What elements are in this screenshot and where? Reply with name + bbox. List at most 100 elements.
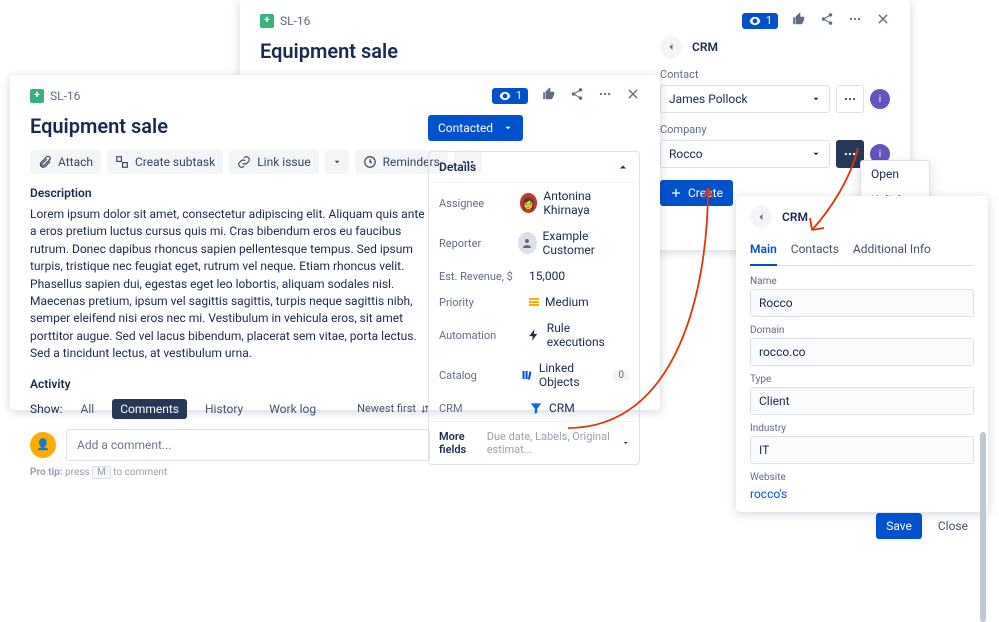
reporter-label: Reporter (439, 237, 510, 250)
industry-label: Industry (750, 423, 974, 434)
activity-bar: Show: All Comments History Work log Newe… (30, 399, 430, 419)
revenue-label: Est. Revenue, $ (439, 270, 521, 283)
description-text[interactable]: Lorem ipsum dolor sit amet, consectetur … (30, 206, 430, 363)
field-reporter[interactable]: Reporter Example Customer (429, 223, 639, 263)
contact-info-icon[interactable]: i (870, 89, 890, 109)
crm-card-title: CRM (782, 210, 808, 224)
thumbs-up-icon[interactable] (792, 12, 806, 29)
catalog-value: Linked Objects (539, 361, 607, 389)
name-input[interactable] (750, 289, 974, 317)
tab-main[interactable]: Main (750, 238, 777, 266)
close-button[interactable]: Close (932, 518, 974, 534)
automation-label: Automation (439, 329, 519, 342)
tab-contacts[interactable]: Contacts (791, 238, 839, 265)
more-fields-toggle[interactable]: More fields Due date, Labels, Original e… (429, 421, 639, 464)
chevron-down-icon (622, 438, 630, 448)
field-assignee[interactable]: Assignee 👩Antonina Khirnaya (429, 183, 639, 223)
details-panel: Contacted Details Assignee 👩Antonina Khi… (428, 115, 640, 465)
save-button[interactable]: Save (876, 513, 922, 539)
assignee-value: Antonina Khirnaya (543, 189, 629, 217)
back-icon[interactable] (750, 206, 772, 228)
attach-button[interactable]: Attach (30, 150, 101, 174)
thumbs-up-icon[interactable] (542, 87, 556, 104)
protip-key: M (92, 466, 111, 479)
company-select[interactable]: Rocco (660, 140, 830, 168)
tab-history[interactable]: History (197, 399, 251, 419)
more-icon[interactable] (598, 87, 612, 104)
issue-key[interactable]: + SL-16 (260, 14, 310, 28)
assignee-label: Assignee (439, 197, 512, 210)
description-label: Description (30, 186, 430, 200)
protip: Pro tip: press M to comment (30, 467, 430, 478)
more-icon[interactable] (848, 12, 862, 29)
industry-input[interactable] (750, 436, 974, 464)
crm-value: CRM (549, 401, 575, 415)
field-crm[interactable]: CRM CRM (429, 395, 639, 421)
crm-detail-card: CRM Main Contacts Additional Info Name D… (736, 196, 988, 512)
top-actions: 1 (492, 87, 640, 104)
website-link[interactable]: rocco's (750, 487, 787, 501)
link-issue-label: Link issue (257, 155, 310, 169)
watch-button[interactable]: 1 (492, 88, 528, 104)
domain-input[interactable] (750, 338, 974, 366)
link-issue-button[interactable]: Link issue (229, 150, 318, 174)
popover-open[interactable]: Open (861, 161, 929, 187)
issue-key-text: SL-16 (280, 14, 310, 28)
newest-first-button[interactable]: Newest first (357, 402, 430, 415)
chevron-down-icon (503, 123, 513, 133)
create-subtask-button[interactable]: Create subtask (107, 150, 223, 174)
share-icon[interactable] (820, 12, 834, 29)
type-input[interactable] (750, 387, 974, 415)
protip-text: press (65, 467, 90, 478)
contact-value: James Pollock (669, 92, 748, 106)
reporter-avatar (518, 232, 537, 254)
priority-label: Priority (439, 296, 521, 309)
chevron-up-icon (617, 161, 629, 173)
watch-button[interactable]: 1 (742, 13, 778, 29)
share-icon[interactable] (570, 87, 584, 104)
details-title: Details (439, 160, 476, 174)
create-button[interactable]: Create (660, 180, 733, 206)
more-fields-label: More fields (439, 430, 481, 456)
link-issue-dropdown[interactable] (325, 150, 349, 174)
activity-label: Activity (30, 377, 430, 391)
status-label: Contacted (438, 121, 493, 135)
close-icon[interactable] (626, 87, 640, 104)
tab-worklog[interactable]: Work log (261, 399, 324, 419)
priority-medium-icon (529, 298, 539, 306)
details-header[interactable]: Details (429, 152, 639, 183)
comment-input[interactable]: Add a comment... (66, 429, 430, 461)
comment-placeholder: Add a comment... (77, 438, 171, 452)
crm-label: CRM (439, 402, 521, 415)
revenue-value: 15,000 (529, 269, 565, 283)
eye-icon (498, 89, 512, 103)
create-subtask-label: Create subtask (135, 155, 215, 169)
tab-all[interactable]: All (73, 399, 103, 419)
eye-icon (748, 14, 762, 28)
attach-icon (38, 155, 52, 169)
catalog-count: 0 (613, 370, 629, 381)
field-automation[interactable]: Automation Rule executions (429, 315, 639, 355)
field-revenue[interactable]: Est. Revenue, $ 15,000 (429, 263, 639, 289)
crm-side-panel: CRM Contact James Pollock i Company Rocc… (660, 36, 890, 206)
status-dropdown[interactable]: Contacted (428, 115, 523, 141)
watch-count: 1 (516, 89, 522, 102)
back-icon[interactable] (660, 36, 682, 58)
issue-key-text: SL-16 (50, 89, 80, 103)
watch-count: 1 (766, 14, 772, 27)
domain-label: Domain (750, 325, 974, 336)
name-label: Name (750, 276, 974, 287)
field-priority[interactable]: Priority Medium (429, 289, 639, 315)
assignee-avatar: 👩 (520, 193, 538, 213)
contact-select[interactable]: James Pollock (660, 85, 830, 113)
scrollbar[interactable] (980, 432, 986, 504)
field-catalog[interactable]: Catalog Linked Objects0 (429, 355, 639, 395)
contact-actions-button[interactable] (836, 85, 864, 113)
issue-key[interactable]: + SL-16 (30, 89, 80, 103)
clock-icon (363, 155, 377, 169)
issue-type-icon: + (30, 89, 44, 103)
tab-comments[interactable]: Comments (112, 399, 187, 419)
subtask-icon (115, 155, 129, 169)
tab-additional[interactable]: Additional Info (853, 238, 931, 265)
close-icon[interactable] (876, 12, 890, 29)
